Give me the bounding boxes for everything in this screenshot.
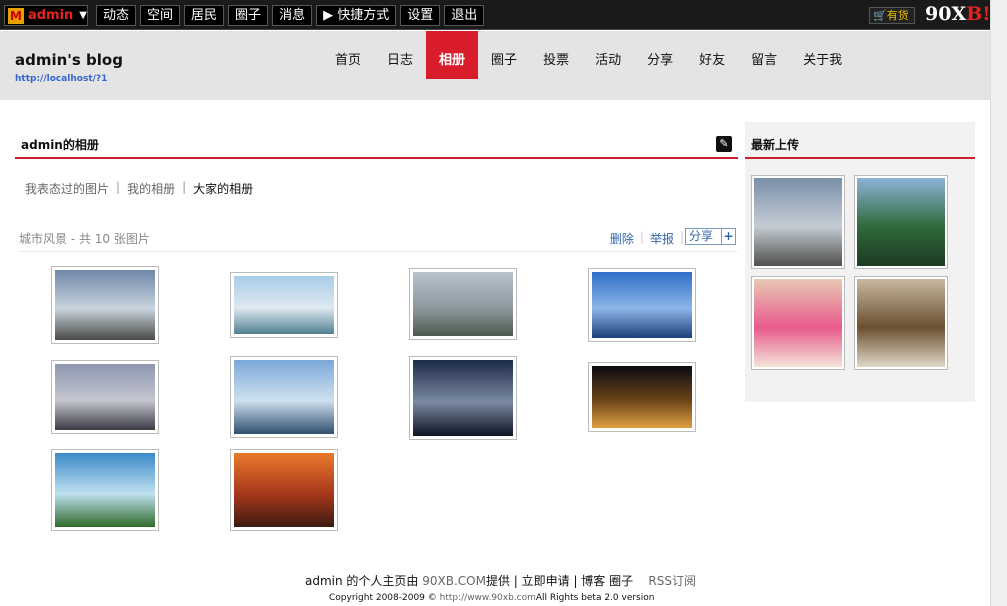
photo-highway-city[interactable] bbox=[409, 268, 517, 340]
nav-share[interactable]: 分享 bbox=[634, 31, 686, 79]
photo-image bbox=[857, 279, 945, 367]
wrench-icon[interactable]: ✎ bbox=[716, 136, 732, 152]
subtab-separator: | bbox=[182, 180, 187, 194]
recent-mountain-lake[interactable] bbox=[854, 175, 948, 269]
sidebar-title: 最新上传 bbox=[751, 138, 800, 152]
photo-downtown-dusk[interactable] bbox=[51, 360, 159, 434]
report-link[interactable]: 举报 bbox=[650, 230, 674, 247]
nav-events[interactable]: 活动 bbox=[582, 31, 634, 79]
photo-image bbox=[234, 360, 334, 434]
recent-marmot[interactable] bbox=[854, 276, 948, 370]
top-toolbar: M admin ▼ 动态 空间 居民 圈子 消息 ▶ 快捷方式 设置 退出 🛒有… bbox=[0, 0, 991, 30]
footer-rss-link[interactable]: RSS订阅 bbox=[648, 574, 696, 588]
nav-friends[interactable]: 好友 bbox=[686, 31, 738, 79]
chevron-down-icon: ▼ bbox=[79, 10, 87, 21]
photo-image bbox=[754, 178, 842, 266]
brand-logo[interactable]: 90XB! bbox=[925, 3, 991, 25]
nav-home[interactable]: 首页 bbox=[322, 31, 374, 79]
section-header: admin的相册 ✎ bbox=[15, 122, 738, 159]
photo-image bbox=[55, 364, 155, 430]
photo-image bbox=[754, 279, 842, 367]
photo-glass-towers[interactable] bbox=[588, 268, 696, 342]
photo-harbor-city[interactable] bbox=[230, 272, 338, 338]
nav-guestbook[interactable]: 留言 bbox=[738, 31, 790, 79]
photo-image bbox=[413, 272, 513, 336]
cart-label: 有货 bbox=[886, 9, 909, 22]
album-actions: 删除 | 举报 | bbox=[610, 230, 690, 247]
section-title: admin的相册 bbox=[21, 138, 99, 152]
footer-site-link[interactable]: 90XB.COM bbox=[422, 574, 486, 588]
nav-album[interactable]: 相册 bbox=[426, 31, 479, 79]
photo-image bbox=[234, 276, 334, 334]
photo-image bbox=[592, 272, 692, 338]
photo-image bbox=[857, 178, 945, 266]
photo-city-skyline-1[interactable] bbox=[51, 266, 159, 344]
nav-vote[interactable]: 投票 bbox=[530, 31, 582, 79]
subtab-everyone-albums[interactable]: 大家的相册 bbox=[193, 180, 253, 197]
subtab-separator: | bbox=[116, 180, 121, 194]
photo-skyscraper-up[interactable] bbox=[409, 356, 517, 440]
rights-text: All Rights beta 2.0 version bbox=[535, 593, 655, 603]
brand-prefix: 90X bbox=[925, 3, 967, 25]
footer-provided-links[interactable]: 提供 | 立即申请 | 博客 圈子 bbox=[486, 574, 633, 588]
photo-lake-skyline[interactable] bbox=[230, 356, 338, 438]
photo-image bbox=[55, 270, 155, 340]
copyright-url[interactable]: http://www.90xb.com bbox=[440, 593, 536, 603]
cart-icon: 🛒 bbox=[873, 9, 887, 22]
photo-image bbox=[55, 453, 155, 527]
plus-icon: + bbox=[721, 229, 735, 244]
album-bar: 城市风景 - 共 10 张图片 删除 | 举报 | 分享 + bbox=[19, 228, 738, 252]
action-separator: | bbox=[639, 230, 644, 244]
blog-header: admin's blog http://localhost/?1 首页 日志 相… bbox=[0, 31, 990, 100]
nav-blog[interactable]: 日志 bbox=[374, 31, 426, 79]
blog-title[interactable]: admin's blog bbox=[15, 51, 123, 69]
page-scrollbar[interactable] bbox=[990, 0, 1007, 606]
sidebar-header: 最新上传 bbox=[745, 122, 975, 159]
top-nav-circles[interactable]: 圈子 bbox=[228, 5, 269, 26]
photo-image bbox=[234, 453, 334, 527]
share-button[interactable]: 分享 + bbox=[685, 228, 736, 245]
top-nav-messages[interactable]: 消息 bbox=[272, 5, 313, 26]
footer-copyright: Copyright 2008-2009 © http://www.90xb.co… bbox=[329, 593, 654, 603]
album-name: 城市风景 bbox=[19, 232, 68, 246]
share-label: 分享 bbox=[689, 229, 714, 243]
album-subtabs: 我表态过的图片 | 我的相册 | 大家的相册 bbox=[25, 180, 253, 197]
top-nav-settings[interactable]: 设置 bbox=[400, 5, 441, 26]
photo-image bbox=[413, 360, 513, 436]
recent-portrait[interactable] bbox=[751, 276, 845, 370]
top-nav-dynamics[interactable]: 动态 bbox=[96, 5, 137, 26]
nav-about[interactable]: 关于我 bbox=[790, 31, 855, 79]
brand-b: B bbox=[966, 3, 983, 25]
subtab-my-reacted[interactable]: 我表态过的图片 bbox=[25, 180, 109, 197]
site-logo-icon: M bbox=[8, 7, 24, 24]
photo-waterfront-trees[interactable] bbox=[51, 449, 159, 531]
nav-circles[interactable]: 圈子 bbox=[478, 31, 530, 79]
blog-url[interactable]: http://localhost/?1 bbox=[15, 74, 107, 84]
photo-night-city[interactable] bbox=[588, 362, 696, 432]
subtab-my-albums[interactable]: 我的相册 bbox=[127, 180, 175, 197]
cart-button[interactable]: 🛒有货 bbox=[869, 7, 915, 24]
album-info: 城市风景 - 共 10 张图片 bbox=[19, 230, 150, 247]
footer-links: admin 的个人主页由 90XB.COM提供 | 立即申请 | 博客 圈子 R… bbox=[305, 572, 696, 589]
action-separator: | bbox=[679, 230, 684, 244]
recent-city-skyline[interactable] bbox=[751, 175, 845, 269]
delete-link[interactable]: 删除 bbox=[610, 230, 634, 247]
footer-owner: admin 的个人主页由 bbox=[305, 574, 423, 588]
top-nav-space[interactable]: 空间 bbox=[140, 5, 181, 26]
photo-image bbox=[592, 366, 692, 428]
album-count: - 共 10 张图片 bbox=[67, 232, 150, 246]
copyright-text: Copyright 2008-2009 © bbox=[329, 593, 440, 603]
top-nav: 动态 空间 居民 圈子 消息 ▶ 快捷方式 设置 退出 bbox=[96, 5, 488, 26]
top-nav-shortcuts[interactable]: ▶ 快捷方式 bbox=[316, 5, 397, 26]
top-nav-residents[interactable]: 居民 bbox=[184, 5, 225, 26]
blog-nav: 首页 日志 相册 圈子 投票 活动 分享 好友 留言 关于我 bbox=[322, 31, 855, 79]
top-nav-logout[interactable]: 退出 bbox=[444, 5, 485, 26]
photo-sunset-city[interactable] bbox=[230, 449, 338, 531]
username: admin bbox=[27, 8, 74, 23]
user-menu-button[interactable]: M admin ▼ bbox=[4, 5, 88, 26]
